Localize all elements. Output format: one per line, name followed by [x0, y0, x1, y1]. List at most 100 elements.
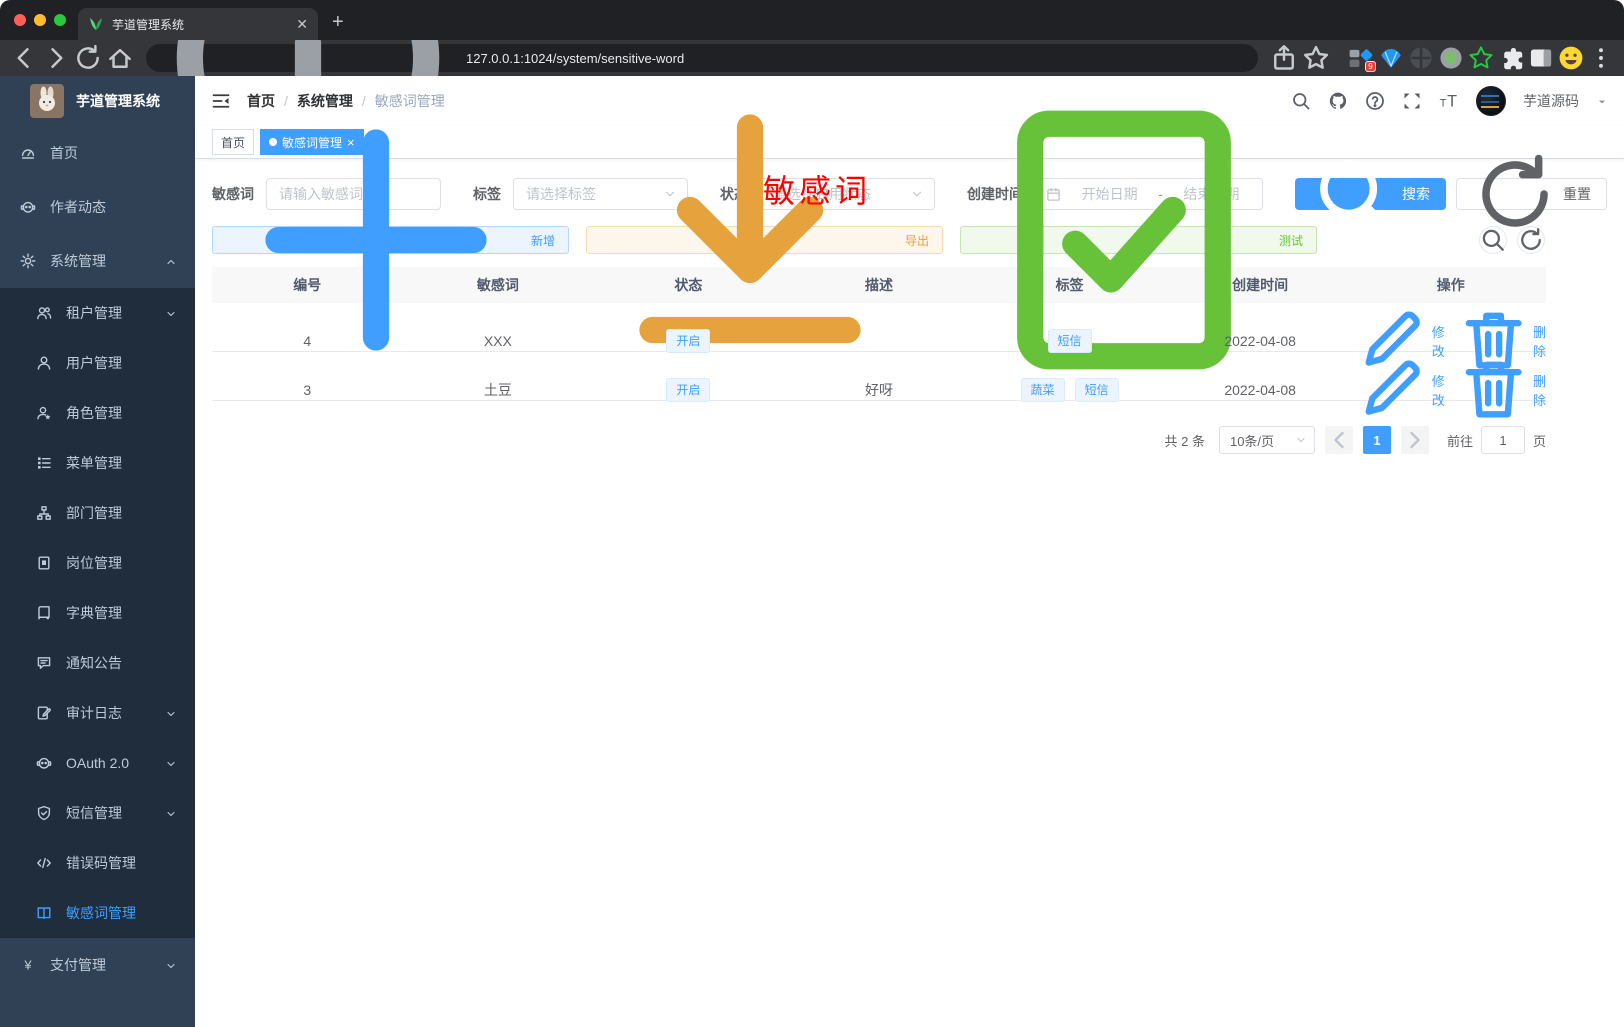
- column-header: 标签: [1055, 277, 1084, 293]
- edit-link[interactable]: 修改: [1355, 352, 1445, 428]
- reload-icon[interactable]: [74, 44, 102, 72]
- chrome-menu-kebab-icon[interactable]: [1588, 45, 1614, 71]
- shield-icon: [36, 805, 52, 821]
- header-search-icon[interactable]: [1291, 91, 1311, 111]
- rabbit-logo-icon: [30, 84, 64, 118]
- cell-created: 2022-04-08: [1224, 333, 1296, 350]
- sidebar-item-tenant[interactable]: 租户管理: [0, 288, 195, 338]
- refresh-icon: [1472, 151, 1558, 237]
- sidebar-item-errcode[interactable]: 错误码管理: [0, 838, 195, 888]
- search-icon: [1311, 151, 1397, 237]
- table-toolbar: 新增 导出 测试: [212, 110, 1607, 370]
- toolbar-right: [1479, 226, 1545, 254]
- export-button-label: 导出: [905, 233, 930, 248]
- sidebar-submenu: 租户管理 用户管理 角色管理 菜单管理 部门管理岗位管理字典管理 通知公告 审计日志 OAut…: [0, 288, 195, 938]
- toggle-search-icon[interactable]: [1479, 226, 1507, 254]
- fullscreen-icon[interactable]: [1402, 91, 1422, 111]
- sidebar-item-label: 作者动态: [50, 199, 106, 215]
- sidebar-item-system[interactable]: 系统管理: [0, 234, 195, 288]
- delete-link[interactable]: 删除: [1457, 352, 1546, 428]
- status-badge: 开启: [666, 329, 711, 354]
- sidebar-item-author[interactable]: 作者动态: [0, 180, 195, 234]
- page-1-button[interactable]: 1: [1362, 426, 1391, 454]
- chevron-up-icon: [165, 255, 177, 267]
- sidebar-item-dept[interactable]: 部门管理: [0, 488, 195, 538]
- open-book-icon: [36, 905, 52, 921]
- sidebar-item-sms[interactable]: 短信管理: [0, 788, 195, 838]
- sidebar-item-label: 首页: [50, 145, 78, 161]
- refresh-table-icon[interactable]: [1517, 226, 1545, 254]
- main-area: 敏感词 首页/系统管理/敏感词管理 TT 芋道源码 首页敏感词管理×: [195, 76, 1624, 1027]
- edit-icon: [1355, 352, 1428, 428]
- tag-badge: 短信: [1074, 378, 1119, 403]
- cell-id: 3: [303, 382, 312, 399]
- prev-page-button[interactable]: [1324, 426, 1353, 454]
- sidebar-item-dict[interactable]: 字典管理: [0, 588, 195, 638]
- share-icon[interactable]: [1270, 44, 1298, 72]
- sidebar-item-pay[interactable]: ¥ 支付管理: [0, 938, 195, 992]
- extension-green-dot-icon[interactable]: [1438, 45, 1464, 71]
- goto-page-input[interactable]: [1480, 426, 1525, 454]
- extension-green-star-icon[interactable]: [1468, 45, 1494, 71]
- font-size-icon[interactable]: TT: [1439, 91, 1459, 111]
- maximize-window-button[interactable]: [54, 14, 66, 26]
- favicon-leaf-icon: [88, 16, 104, 32]
- sidebar-item-audit[interactable]: 审计日志: [0, 688, 195, 738]
- new-tab-button[interactable]: +: [332, 8, 344, 36]
- user-caret-down-icon[interactable]: [1596, 95, 1608, 107]
- chevron-down-icon: [165, 807, 177, 819]
- browser-tab[interactable]: 芋道管理系统 ✕: [78, 8, 318, 40]
- close-window-button[interactable]: [14, 14, 26, 26]
- sidebar-item-sensitive-word[interactable]: 敏感词管理: [0, 888, 195, 938]
- forward-icon[interactable]: [42, 44, 70, 72]
- next-page-button[interactable]: [1400, 426, 1429, 454]
- column-header: 敏感词: [476, 277, 519, 293]
- tab-close-icon[interactable]: ✕: [296, 16, 308, 33]
- sidebar-item-oauth[interactable]: OAuth 2.0: [0, 738, 195, 788]
- github-icon[interactable]: [1328, 91, 1348, 111]
- sidebar-item-user[interactable]: 用户管理: [0, 338, 195, 388]
- bookmark-star-icon[interactable]: [1302, 44, 1330, 72]
- back-icon[interactable]: [10, 44, 38, 72]
- extension-dark-circle-icon[interactable]: [1408, 45, 1434, 71]
- minimize-window-button[interactable]: [34, 14, 46, 26]
- user-avatar[interactable]: [1476, 86, 1506, 116]
- sidebar-item-notice[interactable]: 通知公告: [0, 638, 195, 688]
- sidebar-item-label: 岗位管理: [66, 555, 122, 571]
- yen-icon: ¥: [20, 957, 36, 973]
- cell-operations: 修改 删除: [1355, 352, 1546, 428]
- badge-icon: [36, 555, 52, 571]
- side-panel-icon[interactable]: [1528, 45, 1554, 71]
- export-button[interactable]: 导出: [586, 114, 944, 344]
- profile-emoji-icon[interactable]: [1558, 45, 1584, 71]
- extension-grid-diamond-icon[interactable]: 9: [1348, 45, 1376, 72]
- cell-created: 2022-04-08: [1224, 382, 1296, 399]
- audit-log-icon: [36, 705, 52, 721]
- sidebar-item-home[interactable]: 首页: [0, 126, 195, 180]
- trash-icon: [1457, 352, 1530, 428]
- address-bar[interactable]: 127.0.0.1:1024/system/sensitive-word: [146, 0, 1258, 190]
- test-button[interactable]: 测试: [960, 110, 1318, 370]
- sidebar-item-menu[interactable]: 菜单管理: [0, 438, 195, 488]
- help-icon[interactable]: [1365, 91, 1385, 111]
- column-header: 编号: [293, 277, 322, 293]
- browser-window: 芋道管理系统 ✕ + 127.0.0.1:1024/system/sensiti…: [0, 0, 1624, 1027]
- home-icon[interactable]: [106, 44, 134, 72]
- column-header: 创建时间: [1232, 277, 1289, 293]
- sidebar-logo[interactable]: 芋道管理系统: [0, 76, 195, 126]
- extension-paraglider-icon[interactable]: [1378, 45, 1404, 71]
- search-button[interactable]: 搜索: [1295, 160, 1446, 231]
- sidebar-item-post[interactable]: 岗位管理: [0, 538, 195, 588]
- org-icon: [36, 505, 52, 521]
- page-unit-label: 页: [1532, 433, 1546, 449]
- reset-button[interactable]: 重置: [1456, 154, 1607, 227]
- pagination: 共 2 条 10条/页 1 前往 页: [212, 426, 1546, 454]
- extensions-puzzle-icon[interactable]: [1498, 45, 1524, 71]
- add-button[interactable]: 新增: [212, 129, 570, 351]
- cell-description: 好呀: [864, 382, 893, 399]
- add-button-label: 新增: [531, 233, 556, 248]
- page-size-select[interactable]: 10条/页: [1218, 426, 1315, 454]
- sidebar-item-role[interactable]: 角色管理: [0, 388, 195, 438]
- author-icon: [20, 199, 36, 215]
- svg-text:¥: ¥: [23, 958, 32, 973]
